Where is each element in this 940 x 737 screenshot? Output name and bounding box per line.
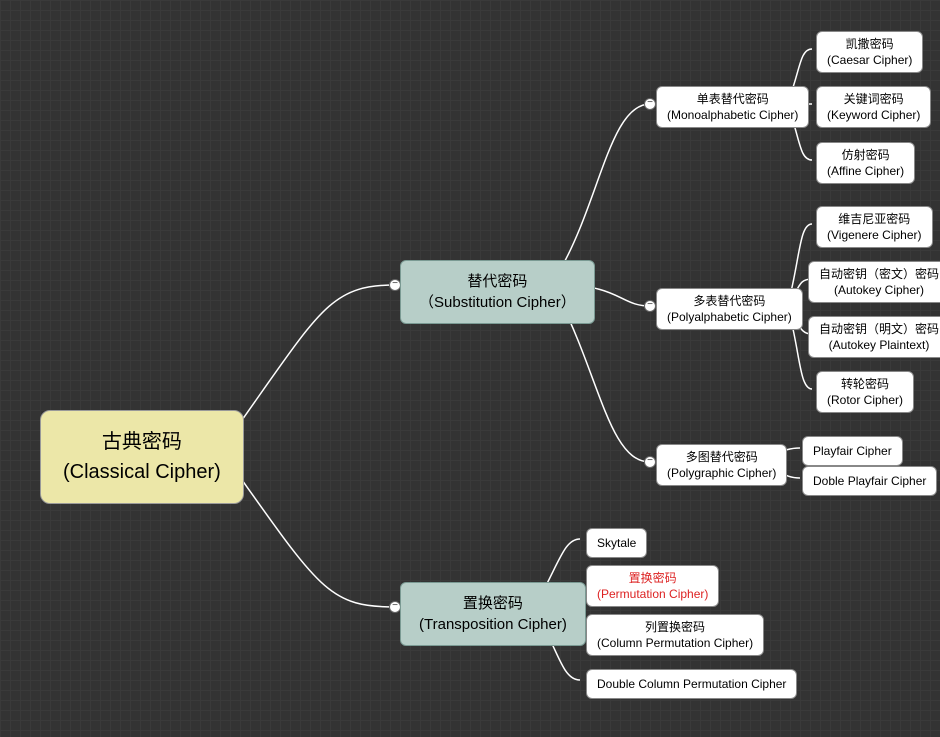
leaf-affine-zh: 仿射密码	[842, 148, 890, 162]
node-graphic-zh: 多图替代密码	[686, 450, 758, 464]
leaf-keyword-zh: 关键词密码	[844, 92, 904, 106]
leaf-rotor-zh: 转轮密码	[841, 377, 889, 391]
leaf-autokey-plain[interactable]: 自动密钥（明文）密码 (Autokey Plaintext)	[808, 316, 940, 358]
leaf-rotor[interactable]: 转轮密码 (Rotor Cipher)	[816, 371, 914, 413]
toggle-mono[interactable]	[644, 98, 656, 110]
leaf-affine[interactable]: 仿射密码 (Affine Cipher)	[816, 142, 915, 184]
leaf-skytale-text: Skytale	[597, 536, 636, 550]
leaf-autokey-plain-en: (Autokey Plaintext)	[819, 337, 939, 353]
leaf-playfair-text: Playfair Cipher	[813, 444, 892, 458]
leaf-caesar[interactable]: 凯撒密码 (Caesar Cipher)	[816, 31, 923, 73]
node-monoalphabetic[interactable]: 单表替代密码 (Monoalphabetic Cipher)	[656, 86, 809, 128]
leaf-caesar-zh: 凯撒密码	[846, 37, 894, 51]
leaf-doble-playfair[interactable]: Doble Playfair Cipher	[802, 466, 937, 496]
leaf-autokey[interactable]: 自动密钥（密文）密码 (Autokey Cipher)	[808, 261, 940, 303]
leaf-double-column-text: Double Column Permutation Cipher	[597, 677, 786, 691]
branch-transposition-en: (Transposition Cipher)	[419, 614, 567, 635]
toggle-poly[interactable]	[644, 300, 656, 312]
root-title-en: (Classical Cipher)	[63, 457, 221, 487]
branch-transposition-zh: 置换密码	[463, 595, 523, 612]
leaf-caesar-en: (Caesar Cipher)	[827, 52, 912, 68]
leaf-permutation[interactable]: 置换密码 (Permutation Cipher)	[586, 565, 719, 607]
leaf-column-perm-zh: 列置换密码	[645, 620, 705, 634]
leaf-double-column[interactable]: Double Column Permutation Cipher	[586, 669, 797, 699]
node-polyalphabetic[interactable]: 多表替代密码 (Polyalphabetic Cipher)	[656, 288, 803, 330]
leaf-vigenere-en: (Vigenere Cipher)	[827, 227, 922, 243]
leaf-vigenere-zh: 维吉尼亚密码	[838, 212, 910, 226]
leaf-playfair[interactable]: Playfair Cipher	[802, 436, 903, 466]
leaf-doble-playfair-text: Doble Playfair Cipher	[813, 474, 926, 488]
leaf-autokey-zh: 自动密钥（密文）密码	[819, 267, 939, 281]
leaf-keyword-en: (Keyword Cipher)	[827, 107, 920, 123]
leaf-keyword[interactable]: 关键词密码 (Keyword Cipher)	[816, 86, 931, 128]
branch-substitution-en: （Substitution Cipher）	[419, 292, 576, 313]
leaf-column-permutation[interactable]: 列置换密码 (Column Permutation Cipher)	[586, 614, 764, 656]
leaf-permutation-en: (Permutation Cipher)	[597, 586, 708, 602]
branch-substitution-zh: 替代密码	[467, 273, 527, 290]
leaf-skytale[interactable]: Skytale	[586, 528, 647, 558]
leaf-permutation-zh: 置换密码	[629, 571, 677, 585]
leaf-vigenere[interactable]: 维吉尼亚密码 (Vigenere Cipher)	[816, 206, 933, 248]
leaf-column-perm-en: (Column Permutation Cipher)	[597, 635, 753, 651]
toggle-graphic[interactable]	[644, 456, 656, 468]
node-poly-zh: 多表替代密码	[693, 294, 765, 308]
branch-transposition[interactable]: 置换密码 (Transposition Cipher)	[400, 582, 586, 646]
leaf-autokey-plain-zh: 自动密钥（明文）密码	[819, 322, 939, 336]
leaf-autokey-en: (Autokey Cipher)	[819, 282, 939, 298]
leaf-rotor-en: (Rotor Cipher)	[827, 392, 903, 408]
node-poly-en: (Polyalphabetic Cipher)	[667, 309, 792, 325]
node-mono-en: (Monoalphabetic Cipher)	[667, 107, 798, 123]
branch-substitution[interactable]: 替代密码 （Substitution Cipher）	[400, 260, 595, 324]
node-polygraphic[interactable]: 多图替代密码 (Polygraphic Cipher)	[656, 444, 787, 486]
node-graphic-en: (Polygraphic Cipher)	[667, 465, 776, 481]
node-mono-zh: 单表替代密码	[697, 92, 769, 106]
leaf-affine-en: (Affine Cipher)	[827, 163, 904, 179]
root-node[interactable]: 古典密码 (Classical Cipher)	[40, 410, 244, 504]
root-title-zh: 古典密码	[102, 431, 182, 453]
